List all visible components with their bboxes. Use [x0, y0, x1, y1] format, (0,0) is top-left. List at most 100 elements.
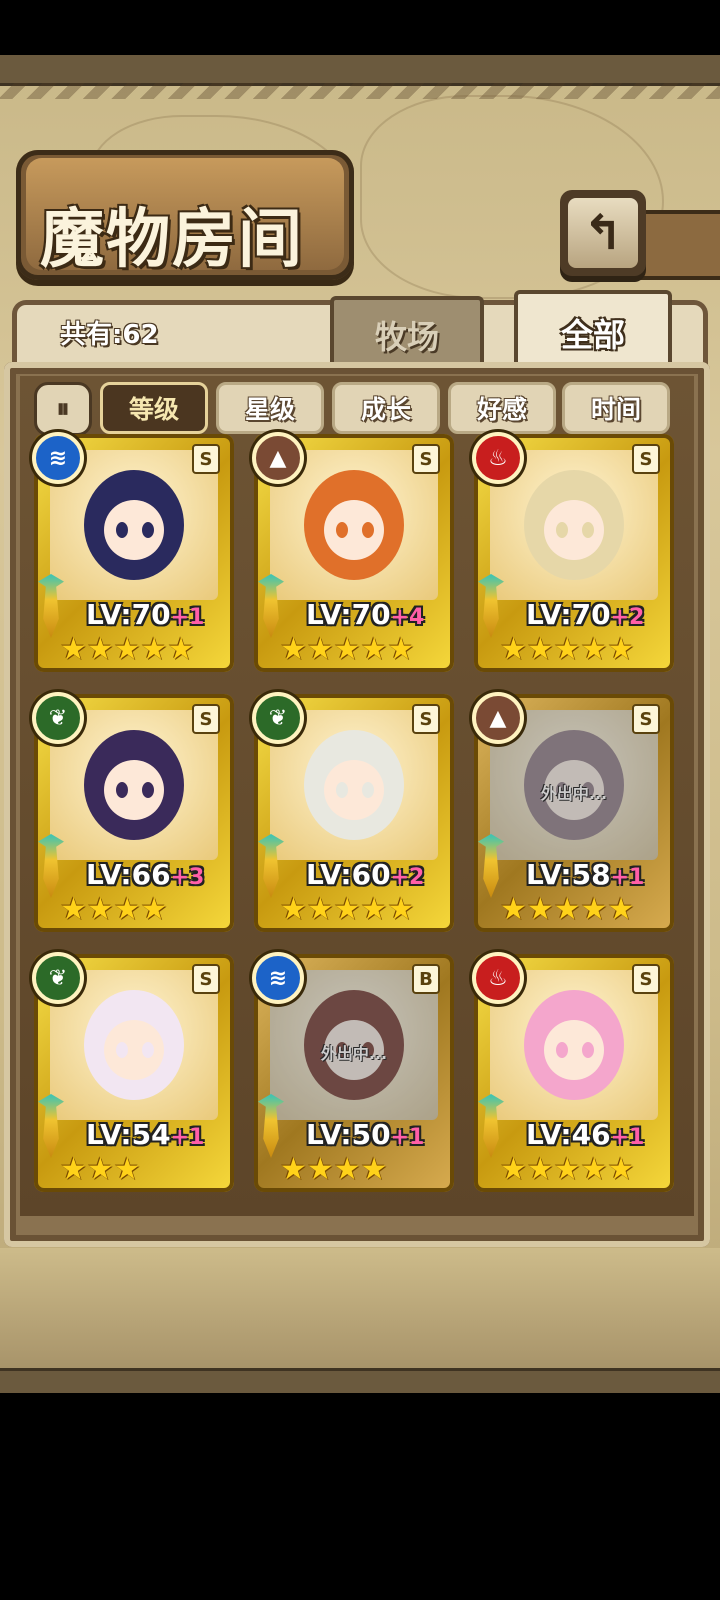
top-border — [0, 55, 720, 99]
monster-eye — [116, 522, 128, 538]
monster-eye — [116, 782, 128, 798]
fire-icon: ♨ — [472, 432, 524, 484]
back-bar-decoration — [640, 210, 720, 280]
star-rating: ★★★ — [60, 1152, 141, 1187]
monster-card[interactable]: 外出中... ▲ S LV:58+1 ★★★★★ — [472, 692, 674, 932]
level-bonus: +2 — [610, 605, 645, 630]
bottom-map-strip — [0, 1248, 720, 1368]
monster-eye — [582, 1042, 594, 1058]
rank-badge: S — [412, 704, 440, 734]
monster-card[interactable]: ❦ S LV:60+2 ★★★★★ — [252, 692, 454, 932]
monster-eye — [336, 522, 348, 538]
star-rating: ★★★★★ — [280, 632, 415, 667]
star-rating: ★★★★ — [60, 892, 168, 927]
star-rating: ★★★★ — [280, 1152, 388, 1187]
monster-eye — [142, 782, 154, 798]
level-label: LV:58+1 — [526, 858, 644, 891]
sort-order-icon: ⏸ — [56, 393, 70, 424]
monster-card[interactable]: ❦ S LV:66+3 ★★★★ — [32, 692, 234, 932]
level-value: LV:70 — [526, 598, 611, 631]
monster-card[interactable]: ♨ S LV:70+2 ★★★★★ — [472, 432, 674, 672]
level-label: LV:54+1 — [86, 1118, 204, 1151]
rank-badge: S — [632, 444, 660, 474]
monster-face — [544, 500, 604, 560]
rank-badge: S — [192, 444, 220, 474]
level-label: LV:70+1 — [86, 598, 204, 631]
monster-face — [104, 760, 164, 820]
level-value: LV:58 — [526, 858, 611, 891]
level-bonus: +1 — [610, 1125, 645, 1150]
rank-badge: S — [192, 964, 220, 994]
monster-eye — [142, 1042, 154, 1058]
level-value: LV:60 — [306, 858, 391, 891]
star-rating: ★★★★★ — [60, 632, 195, 667]
earth-icon: ▲ — [472, 692, 524, 744]
level-bonus: +4 — [390, 605, 425, 630]
tab-ranch[interactable]: 牧场 — [330, 296, 484, 370]
monster-card[interactable]: ♨ S LV:46+1 ★★★★★ — [472, 952, 674, 1192]
level-label: LV:46+1 — [526, 1118, 644, 1151]
monster-face — [324, 500, 384, 560]
monster-eye — [336, 782, 348, 798]
star-rating: ★★★★★ — [280, 892, 415, 927]
leaf-icon: ❦ — [32, 952, 84, 1004]
rank-badge: S — [412, 444, 440, 474]
level-value: LV:54 — [86, 1118, 171, 1151]
monster-face — [544, 1020, 604, 1080]
rank-badge: S — [192, 704, 220, 734]
monster-face — [324, 760, 384, 820]
level-bonus: +3 — [170, 865, 205, 890]
level-bonus: +1 — [170, 605, 205, 630]
rank-badge: S — [632, 964, 660, 994]
monster-card[interactable]: ▲ S LV:70+4 ★★★★★ — [252, 432, 454, 672]
level-value: LV:46 — [526, 1118, 611, 1151]
rank-badge: S — [632, 704, 660, 734]
filter-affection[interactable]: 好感 — [448, 382, 556, 434]
monster-eye — [142, 522, 154, 538]
away-status: 外出中... — [540, 784, 608, 803]
level-value: LV:70 — [86, 598, 171, 631]
level-label: LV:60+2 — [306, 858, 424, 891]
level-label: LV:50+1 — [306, 1118, 424, 1151]
level-value: LV:50 — [306, 1118, 391, 1151]
level-value: LV:66 — [86, 858, 171, 891]
monster-face — [104, 1020, 164, 1080]
monster-eye — [116, 1042, 128, 1058]
rank-badge: B — [412, 964, 440, 994]
level-label: LV:66+3 — [86, 858, 204, 891]
monster-eye — [556, 522, 568, 538]
monster-card[interactable]: ≋ S LV:70+1 ★★★★★ — [32, 432, 234, 672]
sort-order-button[interactable]: ⏸ — [34, 382, 92, 436]
monster-eye — [582, 522, 594, 538]
level-label: LV:70+2 — [526, 598, 644, 631]
filter-level[interactable]: 等级 — [100, 382, 208, 434]
filter-star[interactable]: 星级 — [216, 382, 324, 434]
water-icon: ≋ — [252, 952, 304, 1004]
level-bonus: +2 — [390, 865, 425, 890]
monster-eye — [362, 522, 374, 538]
level-bonus: +1 — [390, 1125, 425, 1150]
bottom-border — [0, 1368, 720, 1393]
level-bonus: +1 — [610, 865, 645, 890]
away-status: 外出中... — [320, 1044, 388, 1063]
star-rating: ★★★★★ — [500, 892, 635, 927]
monster-eye — [556, 1042, 568, 1058]
level-label: LV:70+4 — [306, 598, 424, 631]
tab-all[interactable]: 全部 — [514, 290, 672, 372]
earth-icon: ▲ — [252, 432, 304, 484]
back-button[interactable]: ↰ — [560, 190, 646, 276]
leaf-icon: ❦ — [32, 692, 84, 744]
monster-face — [104, 500, 164, 560]
monster-card[interactable]: ❦ S LV:54+1 ★★★ — [32, 952, 234, 1192]
filter-growth[interactable]: 成长 — [332, 382, 440, 434]
water-icon: ≋ — [32, 432, 84, 484]
star-rating: ★★★★★ — [500, 632, 635, 667]
monster-card[interactable]: 外出中... ≋ B LV:50+1 ★★★★ — [252, 952, 454, 1192]
monster-count: 共有:62 — [60, 320, 159, 350]
level-bonus: +1 — [170, 1125, 205, 1150]
page-title: 魔物房间 — [40, 202, 304, 277]
fire-icon: ♨ — [472, 952, 524, 1004]
return-arrow-icon: ↰ — [568, 198, 638, 268]
star-rating: ★★★★★ — [500, 1152, 635, 1187]
filter-time[interactable]: 时间 — [562, 382, 670, 434]
